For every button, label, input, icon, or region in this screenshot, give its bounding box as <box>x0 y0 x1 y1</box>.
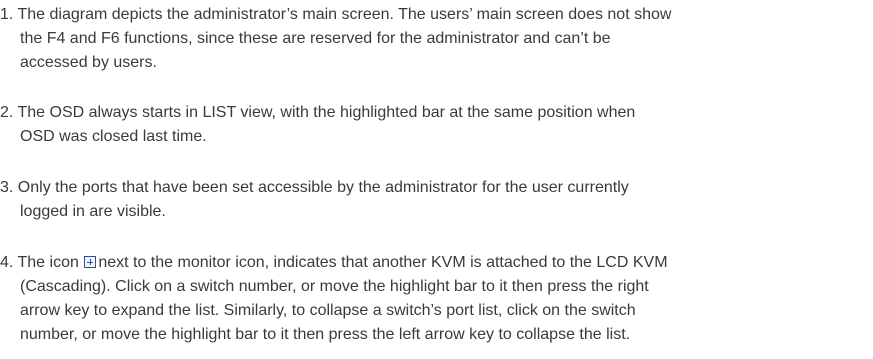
note-2-text-line-2: OSD was closed last time. <box>20 128 207 145</box>
note-2-number: 2. <box>0 104 14 121</box>
note-3-line-1: 3. Only the ports that have been set acc… <box>0 176 860 200</box>
expand-plus-icon <box>84 256 97 268</box>
note-3-text-line-2: logged in are visible. <box>20 203 166 220</box>
note-4-text-line-2: (Cascading). Click on a switch number, o… <box>20 278 649 295</box>
note-3-text-line-1: Only the ports that have been set access… <box>17 179 629 196</box>
note-item-2: 2. The OSD always starts in LIST view, w… <box>0 101 860 149</box>
note-1-text-line-3: accessed by users. <box>20 54 157 71</box>
note-4-text-after-icon: next to the monitor icon, indicates that… <box>98 254 668 271</box>
note-item-3: 3. Only the ports that have been set acc… <box>0 176 860 224</box>
note-4-text-before-icon: The icon <box>17 254 79 271</box>
note-4-number: 4. <box>0 254 14 271</box>
notes-list: 1. The diagram depicts the administrator… <box>0 0 873 359</box>
note-3-number: 3. <box>0 179 14 196</box>
note-4-text-line-3: arrow key to expand the list. Similarly,… <box>20 302 636 319</box>
note-2-text-line-1: The OSD always starts in LIST view, with… <box>17 104 636 121</box>
note-1-text-line-1: The diagram depicts the administrator’s … <box>17 6 672 23</box>
note-4-text-line-4: number, or move the highlight bar to it … <box>20 326 631 343</box>
note-item-4: 4. The icon next to the monitor icon, in… <box>0 251 860 347</box>
note-item-1: 1. The diagram depicts the administrator… <box>0 3 860 75</box>
note-4-line-1: 4. The icon next to the monitor icon, in… <box>0 251 860 275</box>
note-1-text-line-2: the F4 and F6 functions, since these are… <box>20 30 611 47</box>
note-2-line-1: 2. The OSD always starts in LIST view, w… <box>0 101 860 125</box>
note-1-line-1: 1. The diagram depicts the administrator… <box>0 3 860 27</box>
note-1-number: 1. <box>0 6 14 23</box>
